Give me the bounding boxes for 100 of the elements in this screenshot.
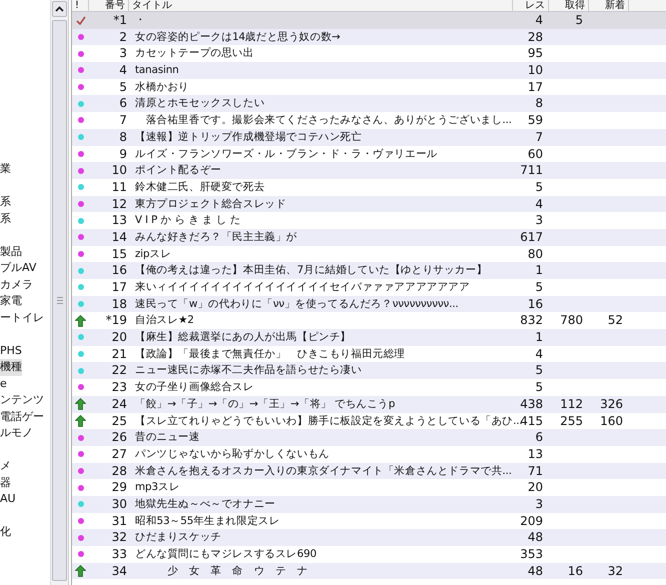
board-item[interactable]: カメラ	[0, 276, 33, 293]
up-arrow-icon	[75, 414, 86, 427]
thread-title: tanasinn	[135, 64, 179, 76]
thread-title: ・	[135, 14, 146, 26]
thread-title: V I P か ら き ま し た	[135, 214, 241, 226]
thread-row[interactable]: 20 【麻生】総裁選挙にあの人が出馬【ピンチ】 1	[72, 329, 666, 346]
number-column-header[interactable]: 番号	[89, 0, 129, 11]
checkmark-icon	[76, 16, 86, 25]
thread-number: 5	[119, 80, 127, 94]
thread-title: 落合祐里香です。撮影会来てくださったみなさん、ありがとうございまし...	[144, 114, 512, 126]
thread-number: 22	[112, 363, 127, 378]
thread-row[interactable]: 14 みんな好きだろ？「民主主義」が 617	[72, 228, 666, 246]
thread-number: 26	[112, 430, 127, 444]
thread-title: ルイズ・フランソワーズ・ル・ブラン・ド・ラ・ヴァリエール	[135, 148, 438, 160]
board-item[interactable]: ンテンツ	[0, 392, 44, 408]
reply-count: 60	[528, 146, 543, 160]
thread-row[interactable]: 10 ポイント配るぞー 711	[72, 162, 666, 179]
thread-title: 昭和53～55年生まれ限定スレ	[135, 514, 280, 527]
thread-row[interactable]: 16 【俺の考えは違った】本田圭佑、7月に結婚していた【ゆとりサッカー】 1	[72, 262, 666, 279]
thread-number: *1	[113, 13, 127, 27]
up-arrow-icon	[75, 314, 86, 327]
thread-number: 8	[119, 130, 127, 144]
new-count: 52	[608, 313, 623, 328]
new-count: 32	[608, 564, 623, 578]
fetched-count: 112	[560, 396, 583, 411]
thread-number: 9	[119, 146, 127, 160]
caret-icon	[55, 6, 64, 12]
board-item[interactable]: 電話ゲー	[0, 408, 44, 425]
thread-row[interactable]: 30 地獄先生ぬ～べ～でオナニー 3	[72, 496, 666, 513]
scroll-up-button[interactable]	[52, 1, 67, 17]
thread-row[interactable]: 31 昭和53～55年生まれ限定スレ 209	[72, 512, 666, 530]
title-column-header[interactable]: タイトル	[129, 0, 513, 11]
board-item[interactable]: ートイレ	[0, 310, 44, 326]
thread-row[interactable]: 4 tanasinn 10	[72, 62, 666, 79]
thread-number: 3	[119, 46, 127, 60]
thread-row[interactable]: 2 女の容姿的ピークは14歳だと思う奴の数→ 28	[72, 28, 666, 46]
reply-count: 3	[535, 213, 543, 228]
up-arrow-icon	[75, 565, 86, 578]
board-item[interactable]: 系	[0, 194, 11, 210]
fetched-column-header[interactable]: 取得	[549, 0, 589, 11]
thread-title: パンツじゃないから恥ずかしくないもん	[135, 448, 330, 460]
scrollbar[interactable]	[50, 0, 69, 585]
thread-row[interactable]: 21 【政論】「最後まで無責任か」 ひきこもり福田元総理 4	[72, 346, 666, 362]
thread-title: 速民って「w」の代わりに「νν」を使ってるんだろ？νννννννννν...	[135, 298, 458, 310]
thread-row[interactable]: *1 ・ 4 5	[72, 12, 666, 29]
reply-count: 20	[528, 480, 543, 494]
thread-title: どんな質問にもマジレスするスレ690	[135, 548, 316, 560]
fetched-count: 255	[560, 414, 583, 428]
reply-count: 48	[528, 564, 543, 578]
board-item[interactable]: AU	[0, 491, 16, 508]
thread-row[interactable]: 8 【速報】逆トリップ作成機登場でコテハン死亡 7	[72, 128, 666, 146]
thread-number: 12	[112, 196, 127, 211]
board-item[interactable]: 系	[0, 210, 11, 227]
thread-row[interactable]: 15 zipスレ 80	[72, 246, 666, 262]
board-item[interactable]: e	[0, 376, 7, 392]
thread-row[interactable]: 34 少 女 革 命 ウ テ ナ 48 16 32	[72, 562, 666, 580]
board-item[interactable]: 器	[0, 474, 11, 491]
thread-title: 来いィイイイイイイイイイイイイイイイセイバァァァアアアアアアア	[135, 281, 470, 293]
thread-number: 13	[112, 213, 127, 228]
board-item[interactable]: 化	[0, 524, 11, 540]
board-item[interactable]: 業	[0, 161, 11, 178]
thread-row[interactable]: 28 米倉さんを抱えるオスカー入りの東京ダイナマイト「米倉さんとドラマで共... 71	[72, 462, 666, 480]
thread-number: 25	[112, 414, 127, 428]
thread-title: 【速報】逆トリップ作成機登場でコテハン死亡	[135, 130, 362, 143]
board-item[interactable]: 製品	[0, 244, 22, 260]
thread-row[interactable]: 5 水橋かおり 17	[72, 78, 666, 96]
thread-title: 米倉さんを抱えるオスカー入りの東京ダイナマイト「米倉さんとドラマで共...	[135, 464, 512, 477]
fetched-count: 780	[560, 313, 583, 328]
thread-number: 14	[112, 230, 127, 244]
thread-row[interactable]: 22 ニュー速民に赤塚不二夫作品を語らせたら凄い 5	[72, 362, 666, 380]
thread-number: 2	[119, 30, 127, 44]
board-item[interactable]: 機種	[0, 359, 22, 376]
scroll-thumb[interactable]	[52, 20, 67, 581]
thread-title: ニュー速民に赤塚不二夫作品を語らせたら凄い	[135, 364, 362, 376]
reply-count: 4	[535, 13, 543, 27]
board-item[interactable]: メ	[0, 458, 11, 474]
thread-row[interactable]: 32 ひだまりスケッチ 48	[72, 529, 666, 546]
thread-row[interactable]: 18 速民って「w」の代わりに「νν」を使ってるんだろ？νννννννννν... 16	[72, 296, 666, 312]
thread-row[interactable]: 24 「餃」→「子」→「の」→「王」→「将」 でちんこうp 438 112 326	[72, 396, 666, 412]
board-item[interactable]: 家電	[0, 293, 22, 310]
thread-number: 27	[112, 446, 127, 461]
board-item[interactable]: PHS	[0, 342, 22, 359]
thread-row[interactable]: 12 東方プロジェクト総合スレッド 4	[72, 196, 666, 212]
reply-count: 5	[535, 180, 543, 194]
thread-row[interactable]: 6 清原とホモセックスしたい 8	[72, 95, 666, 112]
reply-count: 59	[528, 113, 543, 128]
thread-title: 自治スレ★2	[135, 314, 194, 326]
reply-count: 4	[535, 196, 543, 211]
thread-number: 33	[112, 547, 127, 561]
reply-count: 8	[535, 96, 543, 110]
thread-row[interactable]: 26 昔のニュー速 6	[72, 429, 666, 446]
thread-title: 女の容姿的ピークは14歳だと思う奴の数→	[135, 30, 340, 43]
board-item[interactable]: ブルAV	[0, 260, 36, 276]
thread-title: mp3スレ	[135, 481, 180, 494]
reply-count: 617	[520, 230, 543, 244]
board-item[interactable]: ルモノ	[0, 425, 33, 442]
replies-column-header[interactable]: レス	[513, 0, 549, 11]
marker-column-header[interactable]: !	[72, 0, 89, 11]
thread-title: 少 女 革 命 ウ テ ナ	[166, 564, 308, 577]
thread-title: zipスレ	[135, 248, 172, 260]
